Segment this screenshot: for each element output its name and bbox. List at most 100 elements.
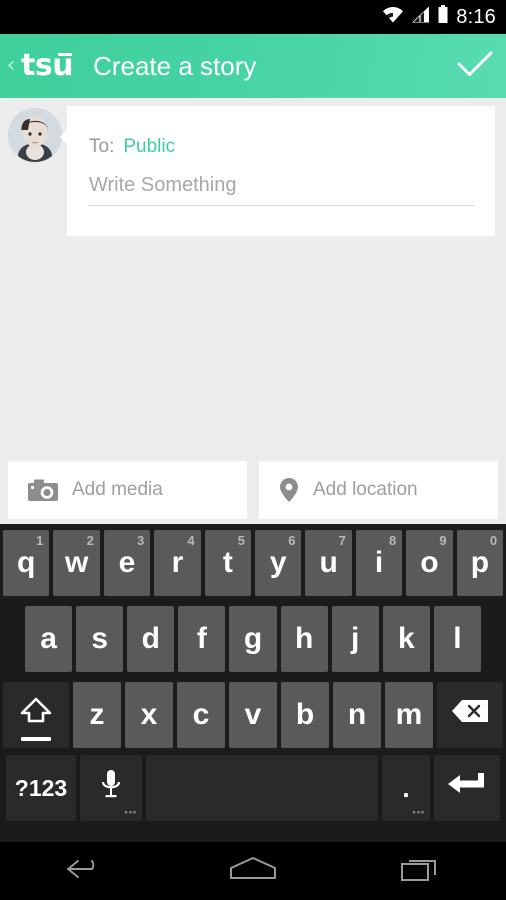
key-y-number: 6 xyxy=(288,533,296,548)
key-e-number: 3 xyxy=(136,533,145,548)
key-u-number: 7 xyxy=(338,533,346,548)
key-f[interactable]: f xyxy=(178,606,226,672)
wifi-icon xyxy=(382,6,404,28)
key-c-label: c xyxy=(192,698,210,731)
story-text-placeholder: Write Something xyxy=(89,174,237,196)
key-y-label: y xyxy=(269,546,287,579)
symbols-key[interactable]: ?123 xyxy=(6,755,76,821)
battery-icon xyxy=(437,5,449,29)
audience-value[interactable]: Public xyxy=(123,136,175,158)
add-media-label: Add media xyxy=(72,479,163,500)
avatar[interactable] xyxy=(8,108,62,162)
on-screen-keyboard: 1 q 2 w 3 e 4 r 5 t 6 y 7 u 8 i 9 o 0 p … xyxy=(0,524,506,842)
backspace-key[interactable] xyxy=(437,682,503,748)
key-w[interactable]: 2 w xyxy=(53,530,100,596)
key-p-number: 0 xyxy=(489,533,498,548)
keyboard-row-4: ?123 ••• . ••• xyxy=(0,752,506,828)
shift-key[interactable] xyxy=(3,682,69,748)
key-k[interactable]: k xyxy=(382,606,430,672)
period-key-label: . xyxy=(402,772,410,803)
phone-screen: 8:16 ‹ tsu Create a story To: Public Wri… xyxy=(0,0,506,900)
key-l-label: l xyxy=(453,622,462,655)
key-p[interactable]: 0 p xyxy=(456,530,504,596)
key-o[interactable]: 9 o xyxy=(406,530,453,596)
keyboard-row-1: 1 q 2 w 3 e 4 r 5 t 6 y 7 u 8 i 9 o 0 p xyxy=(0,524,506,600)
shift-underline xyxy=(21,737,51,741)
key-g[interactable]: g xyxy=(229,606,277,672)
confirm-post-button[interactable] xyxy=(444,34,506,98)
nav-recents-icon xyxy=(399,854,445,889)
nav-back-icon xyxy=(62,855,106,888)
key-q-label: q xyxy=(17,546,36,579)
key-r-label: r xyxy=(171,546,184,579)
space-key[interactable] xyxy=(146,755,378,821)
key-d[interactable]: d xyxy=(127,606,175,672)
nav-recents-button[interactable] xyxy=(377,842,467,900)
story-composer: To: Public Write Something xyxy=(0,98,506,478)
add-media-button[interactable]: Add media xyxy=(8,461,247,519)
location-pin-icon xyxy=(279,477,299,503)
period-key-hint: ••• xyxy=(412,807,425,817)
key-e[interactable]: 3 e xyxy=(103,530,151,596)
key-k-label: k xyxy=(397,622,415,655)
key-h-label: h xyxy=(294,622,314,655)
key-x[interactable]: x xyxy=(125,682,173,748)
audience-row[interactable]: To: Public xyxy=(89,136,175,158)
add-location-button[interactable]: Add location xyxy=(259,461,498,519)
nav-back-button[interactable] xyxy=(39,842,129,900)
key-q[interactable]: 1 q xyxy=(3,530,50,596)
key-r-number: 4 xyxy=(187,533,195,548)
status-bar: 8:16 xyxy=(0,0,506,34)
android-nav-bar xyxy=(0,842,506,900)
key-c[interactable]: c xyxy=(177,682,225,748)
keyboard-row-2: a s d f g h j k l xyxy=(0,600,506,676)
key-v-label: v xyxy=(244,698,262,731)
key-w-number: 2 xyxy=(86,533,94,548)
key-i-label: i xyxy=(374,546,384,579)
key-b-label: b xyxy=(295,698,315,731)
key-t-label: t xyxy=(222,546,233,579)
back-button[interactable]: ‹ xyxy=(2,55,20,77)
nav-home-button[interactable] xyxy=(208,842,298,900)
enter-key[interactable] xyxy=(434,755,500,821)
add-location-label: Add location xyxy=(313,479,418,500)
key-t-number: 5 xyxy=(237,533,246,548)
composer-actions: Add media Add location xyxy=(0,461,506,519)
key-m-label: m xyxy=(395,698,423,731)
composer-card: To: Public Write Something xyxy=(67,106,495,236)
key-g-label: g xyxy=(243,622,263,655)
to-label: To: xyxy=(89,136,115,157)
key-b[interactable]: b xyxy=(281,682,329,748)
key-n[interactable]: n xyxy=(333,682,381,748)
key-r[interactable]: 4 r xyxy=(154,530,201,596)
key-d-label: d xyxy=(141,622,160,655)
key-s-label: s xyxy=(91,622,108,655)
microphone-key-hint: ••• xyxy=(124,807,137,817)
tsu-logo[interactable]: tsu xyxy=(21,51,74,81)
backspace-icon xyxy=(450,698,490,732)
key-z[interactable]: z xyxy=(73,682,121,748)
shift-icon xyxy=(19,696,53,734)
key-f-label: f xyxy=(196,622,207,655)
key-j-label: j xyxy=(351,622,360,655)
key-h[interactable]: h xyxy=(280,606,328,672)
key-y[interactable]: 6 y xyxy=(255,530,302,596)
key-o-label: o xyxy=(420,546,439,579)
key-l[interactable]: l xyxy=(433,606,481,672)
symbols-key-label: ?123 xyxy=(14,774,68,801)
key-i[interactable]: 8 i xyxy=(355,530,403,596)
key-a[interactable]: a xyxy=(25,606,73,672)
key-u-label: u xyxy=(319,546,338,579)
cellular-signal-icon xyxy=(411,6,430,28)
key-j[interactable]: j xyxy=(331,606,379,672)
key-v[interactable]: v xyxy=(229,682,277,748)
key-m[interactable]: m xyxy=(385,682,433,748)
key-t[interactable]: 5 t xyxy=(204,530,252,596)
story-text-input[interactable]: Write Something xyxy=(89,174,474,206)
key-n-label: n xyxy=(347,698,367,731)
key-s[interactable]: s xyxy=(76,606,124,672)
camera-icon xyxy=(28,478,58,502)
key-u[interactable]: 7 u xyxy=(305,530,352,596)
microphone-key[interactable]: ••• xyxy=(80,755,142,821)
period-key[interactable]: . ••• xyxy=(382,755,430,821)
